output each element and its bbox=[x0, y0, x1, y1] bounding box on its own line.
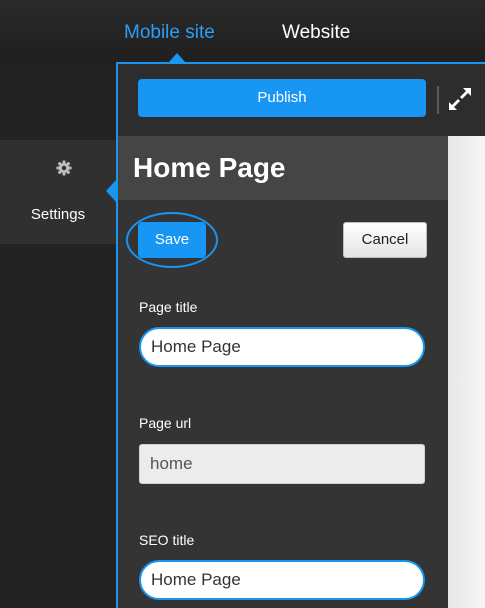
seo-title-label: SEO title bbox=[139, 532, 195, 548]
gear-icon bbox=[56, 160, 72, 176]
sidebar: Settings bbox=[0, 64, 116, 608]
tab-website[interactable]: Website bbox=[282, 22, 350, 44]
sidebar-item-settings[interactable]: Settings bbox=[0, 140, 116, 244]
tab-mobile-site[interactable]: Mobile site bbox=[124, 22, 215, 44]
top-bar: Mobile site Website bbox=[0, 0, 485, 64]
page-title-heading: Home Page bbox=[133, 152, 286, 183]
page-title-field[interactable] bbox=[139, 327, 425, 367]
save-button[interactable]: Save bbox=[138, 222, 206, 258]
cancel-button[interactable]: Cancel bbox=[343, 222, 427, 258]
page-title-label: Page title bbox=[139, 299, 198, 315]
page-preview bbox=[448, 136, 485, 608]
page-url-label: Page url bbox=[139, 415, 192, 431]
publish-button[interactable]: Publish bbox=[138, 79, 426, 117]
expand-icon[interactable] bbox=[447, 86, 473, 112]
toolbar-divider bbox=[437, 86, 439, 114]
seo-title-field[interactable] bbox=[139, 560, 425, 600]
page-url-field[interactable] bbox=[139, 444, 425, 484]
sidebar-item-label: Settings bbox=[30, 206, 86, 223]
